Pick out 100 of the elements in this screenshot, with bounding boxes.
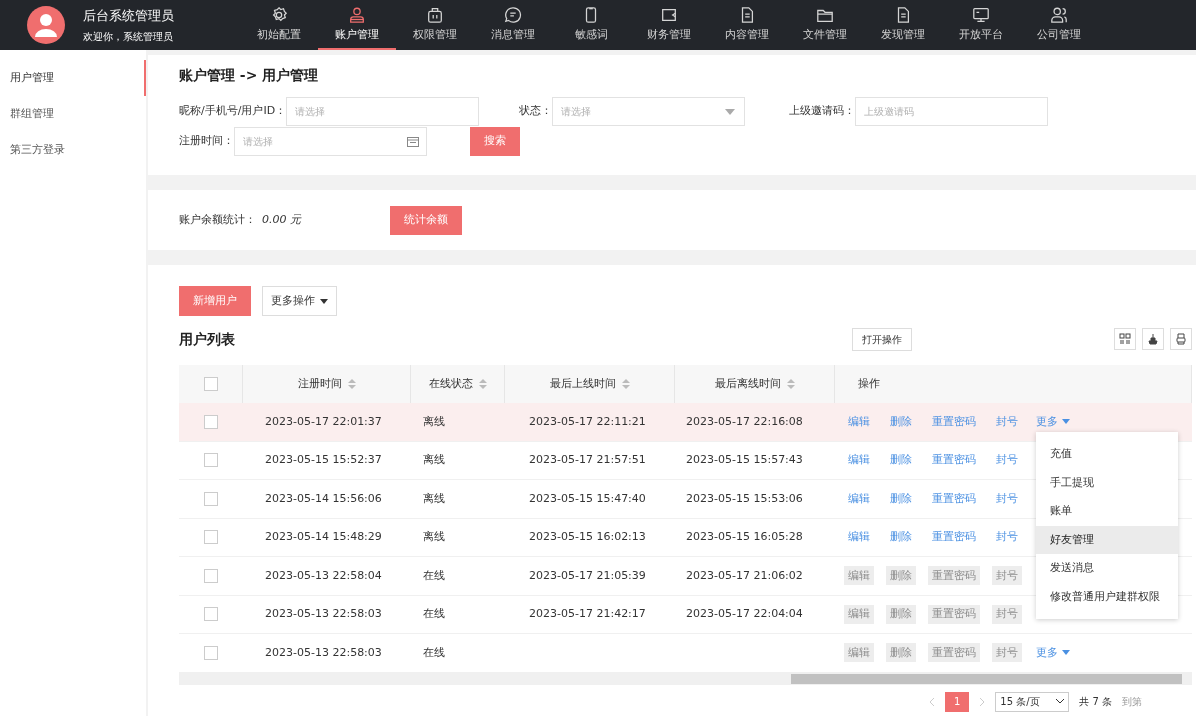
- date-field[interactable]: 请选择: [234, 127, 427, 156]
- table-cell: 离线: [423, 414, 445, 428]
- breadcrumb: 账户管理 -> 用户管理: [179, 66, 320, 85]
- add-user-button[interactable]: 新增用户: [179, 286, 251, 316]
- sort-icon[interactable]: [347, 379, 356, 389]
- table-cell: 2023-05-13 22:58:03: [265, 645, 382, 659]
- column-header: 操作: [858, 375, 880, 392]
- checkbox[interactable]: [204, 453, 218, 468]
- menu-item[interactable]: 账单: [1036, 497, 1178, 526]
- row-action-link[interactable]: 删除: [886, 489, 916, 509]
- columns-icon[interactable]: [1114, 328, 1136, 350]
- table-cell: 2023-05-15 16:02:13: [529, 530, 646, 543]
- status-select[interactable]: 请选择: [552, 97, 745, 126]
- sidebar-item[interactable]: 群组管理: [0, 96, 146, 132]
- table-cell: 2023-05-17 22:16:08: [686, 414, 803, 428]
- previous-page-icon[interactable]: [929, 696, 936, 707]
- caret-icon: [1062, 419, 1070, 425]
- balance-label: 账户余额统计：: [179, 211, 256, 228]
- welcome-text: 欢迎你，系统管理员: [83, 29, 174, 44]
- nav-tab[interactable]: 初始配置: [240, 0, 318, 50]
- nav-tab[interactable]: 敏感词: [552, 0, 630, 50]
- checkbox[interactable]: [204, 530, 218, 545]
- column-header: 注册时间: [297, 375, 342, 392]
- nav-tab[interactable]: 公司管理: [1020, 0, 1098, 50]
- row-action-link[interactable]: 封号: [992, 412, 1022, 432]
- checkbox[interactable]: [203, 377, 218, 391]
- nav-tab[interactable]: 文件管理: [786, 0, 864, 50]
- row-action-link[interactable]: 封号: [992, 489, 1022, 509]
- row-action-link[interactable]: 编辑: [844, 412, 874, 432]
- row-action-link[interactable]: 删除: [886, 527, 916, 547]
- row-action-link[interactable]: 编辑: [844, 489, 874, 509]
- table-cell: 2023-05-13 22:58:03: [265, 607, 382, 620]
- nav-tab[interactable]: 账户管理: [318, 0, 396, 50]
- sort-icon[interactable]: [621, 379, 630, 389]
- checkbox[interactable]: [204, 414, 218, 429]
- table-cell: 在线: [423, 568, 445, 582]
- table-cell: 2023-05-14 15:56:06: [265, 491, 382, 505]
- more-link[interactable]: 更多: [1036, 413, 1070, 430]
- table-cell: 在线: [423, 645, 445, 659]
- nav-tab[interactable]: 权限管理: [396, 0, 474, 50]
- checkbox[interactable]: [204, 491, 218, 506]
- field-label: 状态：: [519, 103, 552, 120]
- chat-icon: [504, 6, 522, 25]
- table-cell: 离线: [423, 453, 445, 466]
- print-icon[interactable]: [1170, 328, 1192, 350]
- next-page-icon[interactable]: [979, 696, 986, 707]
- export-icon[interactable]: [1142, 328, 1164, 350]
- row-action-link[interactable]: 编辑: [844, 450, 874, 470]
- menu-item[interactable]: 修改普通用户建群权限: [1036, 582, 1178, 611]
- nav-tab[interactable]: 财务管理: [630, 0, 708, 50]
- sidebar-item[interactable]: 第三方登录: [0, 132, 146, 168]
- menu-item[interactable]: 发送消息: [1036, 554, 1178, 583]
- open-actions-button[interactable]: 打开操作: [852, 327, 912, 351]
- nav-tab[interactable]: 开放平台: [942, 0, 1020, 50]
- row-action-link[interactable]: 重置密码: [928, 412, 980, 432]
- people-icon: [1050, 6, 1068, 25]
- row-action-link[interactable]: 重置密码: [928, 489, 980, 509]
- avatar-icon: [27, 6, 65, 44]
- page-button[interactable]: 1: [945, 691, 970, 712]
- menu-item[interactable]: 手工提现: [1036, 468, 1178, 497]
- caret-icon: [1062, 650, 1070, 656]
- row-action-link[interactable]: 封号: [992, 450, 1022, 470]
- sort-icon[interactable]: [478, 379, 487, 389]
- table-cell: 在线: [423, 607, 445, 620]
- count-balance-button[interactable]: 统计余额: [390, 205, 462, 235]
- field-label: 注册时间：: [179, 133, 234, 150]
- menu-item[interactable]: 充值: [1036, 440, 1178, 469]
- nav-tab[interactable]: 发现管理: [864, 0, 942, 50]
- table-cell: 2023-05-17 21:42:17: [529, 607, 646, 620]
- nav-tab[interactable]: 消息管理: [474, 0, 552, 50]
- caret-icon: [725, 109, 735, 115]
- more-actions-button[interactable]: 更多操作: [262, 286, 337, 316]
- table-cell: 2023-05-13 22:58:04: [265, 568, 382, 582]
- table-cell: 2023-05-17 22:11:21: [529, 414, 646, 428]
- sort-icon[interactable]: [786, 379, 795, 389]
- row-action-link[interactable]: 重置密码: [928, 527, 980, 547]
- chevron-icon: [1056, 699, 1065, 704]
- sidebar-item[interactable]: 用户管理: [0, 60, 146, 96]
- table-cell: 2023-05-17 22:04:04: [686, 607, 803, 620]
- row-action-link[interactable]: 重置密码: [928, 450, 980, 470]
- column-header: 在线状态: [428, 375, 473, 392]
- table-cell: 2023-05-17 21:05:39: [529, 568, 646, 582]
- row-action-link[interactable]: 封号: [992, 527, 1022, 547]
- table-cell: 2023-05-15 15:47:40: [529, 491, 646, 505]
- table-cell: 2023-05-14 15:48:29: [265, 530, 382, 543]
- row-action-link[interactable]: 编辑: [844, 527, 874, 547]
- nav-tab[interactable]: 内容管理: [708, 0, 786, 50]
- table-cell: 2023-05-15 15:57:43: [686, 453, 803, 466]
- balance-value: 0.00 元: [262, 211, 301, 228]
- row-action-link[interactable]: 删除: [886, 450, 916, 470]
- menu-item[interactable]: 好友管理: [1036, 525, 1178, 554]
- field-label: 昵称/手机号/用户ID：: [179, 103, 287, 120]
- search-button[interactable]: 搜索: [470, 127, 520, 156]
- row-action-link[interactable]: 删除: [886, 412, 916, 432]
- monitor-icon: [972, 6, 990, 25]
- list-title: 用户列表: [179, 329, 236, 349]
- page-size-select[interactable]: 15 条/页: [995, 691, 1070, 712]
- input-field[interactable]: 请选择: [286, 97, 480, 126]
- table-cell: 2023-05-15 15:52:37: [265, 453, 382, 466]
- field-label: 上级邀请码：: [789, 103, 855, 120]
